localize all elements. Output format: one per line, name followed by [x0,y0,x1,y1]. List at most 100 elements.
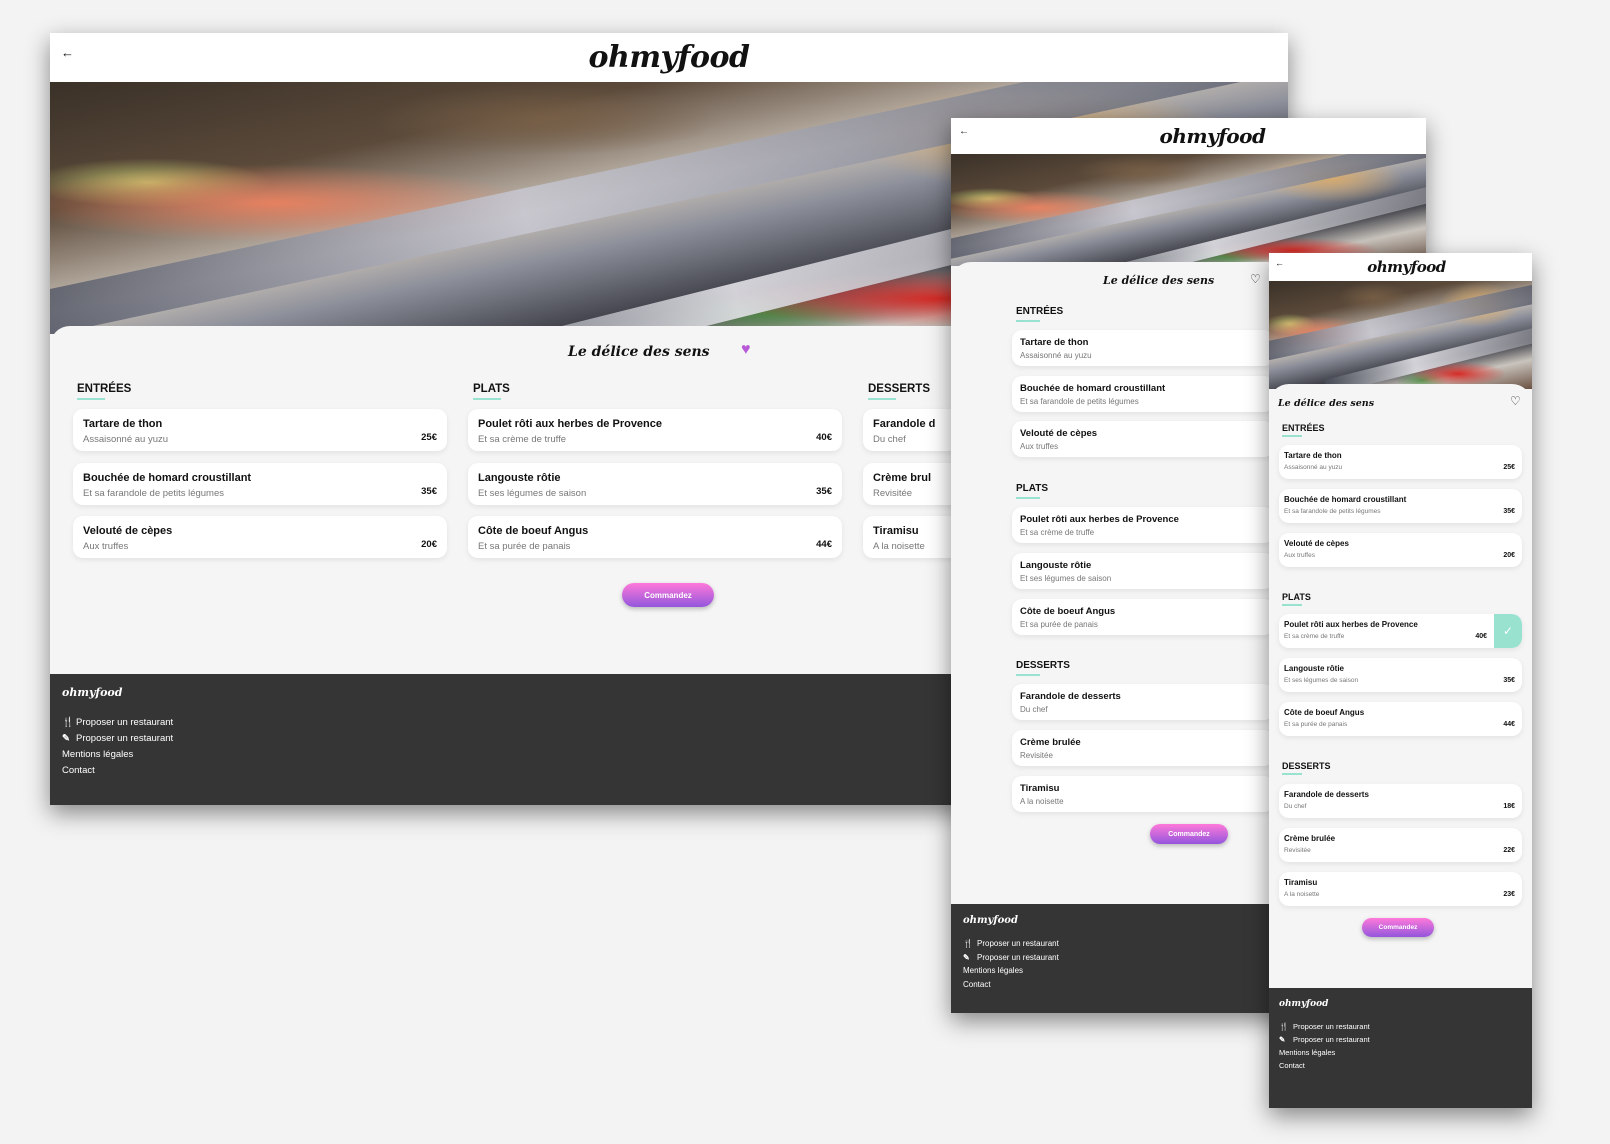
dish-card[interactable]: Velouté de cèpes Aux truffes 20€ [1279,533,1522,567]
dish-description: A la noisette [873,541,925,552]
dish-name: Tartare de thon [83,418,163,430]
dish-card[interactable]: Crème brulée Revisitée 22€ [1012,730,1274,766]
dish-name: Côte de boeuf Angus [478,525,589,537]
dish-name: Tiramisu [873,525,919,537]
dish-card[interactable]: Tartare de thon Assaisonné au yuzu 25€ [1012,330,1274,366]
dish-description: Et sa crème de truffe [478,434,567,445]
logo[interactable]: ohmyfood [1367,258,1446,276]
dish-price: 18€ [1503,803,1515,810]
footer-link-contact[interactable]: Contact [1279,1061,1305,1070]
restaurant-title: Le délice des sens [1103,274,1215,287]
dish-card[interactable]: Langouste rôtie Et ses légumes de saison… [468,463,842,505]
order-button[interactable]: Commandez [1150,824,1228,844]
dish-card[interactable]: Côte de boeuf Angus Et sa purée de panai… [1279,702,1522,736]
header: ← ohmyfood [1269,253,1532,281]
dish-name: Tiramisu [1284,878,1318,887]
dish-description: Assaisonné au yuzu [1020,351,1092,360]
dish-description: Du chef [1284,803,1307,810]
footer-link-propose-restaurant-2[interactable]: ✎ Proposer un restaurant [62,733,173,744]
footer-link-contact[interactable]: Contact [963,980,991,989]
dish-card[interactable]: Langouste rôtie Et ses légumes de saison… [1279,658,1522,692]
dish-price: 35€ [1503,677,1515,684]
mobile-frame: ← ohmyfood Le délice des sens ♡ ENTRÉES … [1269,253,1532,1108]
dish-name: Bouchée de homard croustillant [1020,383,1166,394]
dish-description: Revisitée [1020,751,1053,760]
dish-price: 44€ [1503,721,1515,728]
dish-name: Tartare de thon [1020,337,1089,348]
footer-logo[interactable]: ohmyfood [1279,999,1328,1009]
dish-card[interactable]: Tartare de thon Assaisonné au yuzu 25€ [73,409,447,451]
dish-name: Langouste rôtie [1284,664,1345,673]
footer-link-propose-restaurant[interactable]: 🍴 Proposer un restaurant [1279,1022,1370,1031]
order-button[interactable]: Commandez [622,583,714,607]
hero-image [951,154,1426,266]
dish-price: 44€ [816,539,832,550]
section-title-plats: PLATS [473,383,510,400]
dish-card[interactable]: Bouchée de homard croustillant Et sa far… [1279,489,1522,523]
footer-link-legal[interactable]: Mentions légales [963,966,1023,975]
dish-name: Poulet rôti aux herbes de Provence [1020,514,1179,525]
dish-card[interactable]: Velouté de cèpes Aux truffes 20€ [1012,421,1274,457]
dish-card[interactable]: Crème brulée Revisitée 22€ [1279,828,1522,862]
logo[interactable]: ohmyfood [589,40,750,75]
footer-link-propose-restaurant-2[interactable]: ✎ Proposer un restaurant [1279,1035,1370,1044]
section-title-entrees: ENTRÉES [77,383,132,400]
order-button[interactable]: Commandez [1362,918,1434,937]
header: ← ohmyfood [50,33,1288,82]
dish-description: Et ses légumes de saison [478,488,587,499]
heart-outline-icon[interactable]: ♡ [1250,273,1261,285]
dish-name: Crème brul [873,472,932,484]
dish-card[interactable]: Langouste rôtie Et ses légumes de saison… [1012,553,1274,589]
back-arrow-icon[interactable]: ← [959,127,969,137]
back-arrow-icon[interactable]: ← [1275,259,1284,268]
footer-link-legal[interactable]: Mentions légales [1279,1048,1335,1057]
restaurant-title: Le délice des sens [1278,398,1375,409]
dish-price: 40€ [816,432,832,443]
dish-card[interactable]: Côte de boeuf Angus Et sa purée de panai… [1012,599,1274,635]
dish-description: Aux truffes [1020,442,1059,451]
dish-card[interactable]: Farandole de desserts Du chef 18€ [1279,784,1522,818]
dish-description: Et sa farandole de petits légumes [1284,508,1381,515]
dish-description: Et sa purée de panais [1284,721,1348,728]
dish-card[interactable]: Bouchée de homard croustillant Et sa far… [73,463,447,505]
dish-description: Et sa farandole de petits légumes [83,488,225,499]
dish-name: Velouté de cèpes [83,525,173,537]
dish-card[interactable]: Farandole de desserts Du chef 18€ [1012,684,1274,720]
dish-card[interactable]: Poulet rôti aux herbes de Provence Et sa… [468,409,842,451]
heart-outline-icon[interactable]: ♡ [1510,395,1521,407]
dish-card[interactable]: Tiramisu A la noisette 23€ [1279,872,1522,906]
dish-card[interactable]: Tiramisu A la noisette 23€ [1012,776,1274,812]
dish-name: Crème brulée [1020,737,1081,748]
dish-card[interactable]: Tartare de thon Assaisonné au yuzu 25€ [1279,445,1522,479]
footer-link-propose-restaurant[interactable]: 🍴 Proposer un restaurant [62,717,173,728]
section-title-entrees: ENTRÉES [1282,423,1325,437]
dish-name: Farandole d [873,418,936,430]
dish-card[interactable]: Velouté de cèpes Aux truffes 20€ [73,516,447,558]
footer-link-contact[interactable]: Contact [62,765,95,776]
dish-price: 35€ [1503,508,1515,515]
check-icon[interactable]: ✓ [1494,614,1522,648]
footer-logo[interactable]: ohmyfood [62,686,122,699]
pen-icon: ✎ [62,733,70,744]
dish-card[interactable]: Poulet rôti aux herbes de Provence Et sa… [1012,507,1274,543]
dish-card-selected[interactable]: Poulet rôti aux herbes de Provence Et sa… [1279,614,1522,648]
footer-logo[interactable]: ohmyfood [963,915,1018,926]
dish-description: Et sa crème de truffe [1284,633,1345,640]
dish-description: Aux truffes [83,541,129,552]
dish-name: Langouste rôtie [478,472,561,484]
logo[interactable]: ohmyfood [1160,124,1266,148]
section-title-desserts: DESSERTS [1016,660,1070,676]
back-arrow-icon[interactable]: ← [61,46,74,59]
dish-description: Assaisonné au yuzu [83,434,169,445]
dish-description: Et ses légumes de saison [1020,574,1112,583]
footer-link-legal[interactable]: Mentions légales [62,749,133,760]
footer-link-propose-restaurant-2[interactable]: ✎ Proposer un restaurant [963,953,1059,962]
dish-card[interactable]: Côte de boeuf Angus Et sa purée de panai… [468,516,842,558]
heart-icon[interactable]: ♥ [741,342,751,358]
section-title-desserts: DESSERTS [1282,761,1331,775]
dish-description: Du chef [873,434,906,445]
footer-link-propose-restaurant[interactable]: 🍴 Proposer un restaurant [963,939,1059,948]
fork-knife-icon: 🍴 [963,939,973,948]
dish-name: Velouté de cèpes [1020,428,1098,439]
dish-card[interactable]: Bouchée de homard croustillant Et sa far… [1012,376,1274,412]
